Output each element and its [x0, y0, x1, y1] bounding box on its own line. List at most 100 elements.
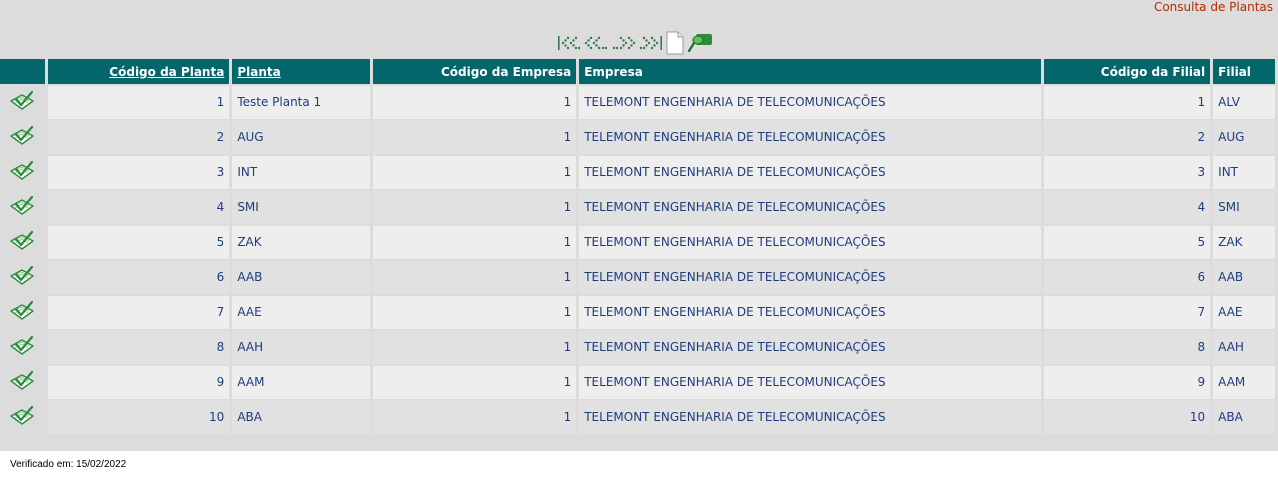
cell-codigo-empresa: 1 — [372, 121, 577, 154]
edit-icon[interactable] — [9, 90, 45, 115]
cell-codigo-empresa: 1 — [372, 226, 577, 259]
cell-codigo-empresa: 1 — [372, 331, 577, 364]
cell-codigo-empresa: 1 — [372, 366, 577, 399]
header-planta[interactable]: Planta — [232, 59, 370, 84]
new-document-icon[interactable] — [665, 31, 685, 55]
table-row: 10 ABA 1 TELEMONT ENGENHARIA DE TELECOMU… — [0, 401, 1275, 434]
next-page-icon[interactable] — [611, 34, 637, 52]
cell-codigo-empresa: 1 — [372, 86, 577, 119]
edit-cell[interactable] — [0, 226, 45, 259]
edit-icon[interactable] — [9, 300, 45, 325]
edit-cell[interactable] — [0, 86, 45, 119]
previous-page-icon[interactable] — [583, 34, 609, 52]
edit-cell[interactable] — [0, 156, 45, 189]
table-row: 9 AAM 1 TELEMONT ENGENHARIA DE TELECOMUN… — [0, 366, 1275, 399]
table-header-row: Código da Planta Planta Código da Empres… — [0, 59, 1275, 84]
edit-icon[interactable] — [9, 125, 45, 150]
cell-empresa: TELEMONT ENGENHARIA DE TELECOMUNICAÇÕES — [579, 366, 1041, 399]
cell-codigo-filial: 3 — [1043, 156, 1211, 189]
cell-planta: AAE — [232, 296, 370, 329]
cell-planta: ABA — [232, 401, 370, 434]
cell-codigo-planta: 1 — [47, 86, 230, 119]
cell-codigo-filial: 2 — [1043, 121, 1211, 154]
cell-codigo-planta: 10 — [47, 401, 230, 434]
cell-planta: INT — [232, 156, 370, 189]
edit-cell[interactable] — [0, 366, 45, 399]
cell-filial: AAE — [1213, 296, 1275, 329]
cell-codigo-empresa: 1 — [372, 191, 577, 224]
cell-filial: AAM — [1213, 366, 1275, 399]
cell-planta: AUG — [232, 121, 370, 154]
cell-codigo-filial: 8 — [1043, 331, 1211, 364]
table-row: 6 AAB 1 TELEMONT ENGENHARIA DE TELECOMUN… — [0, 261, 1275, 294]
cell-planta: SMI — [232, 191, 370, 224]
edit-icon[interactable] — [9, 335, 45, 360]
cell-codigo-filial: 10 — [1043, 401, 1211, 434]
edit-cell[interactable] — [0, 401, 45, 434]
table-row: 1 Teste Planta 1 1 TELEMONT ENGENHARIA D… — [0, 86, 1275, 119]
header-codigo-planta[interactable]: Código da Planta — [47, 59, 230, 84]
cell-codigo-planta: 6 — [47, 261, 230, 294]
cell-filial: AAH — [1213, 331, 1275, 364]
edit-icon[interactable] — [9, 265, 45, 290]
edit-icon[interactable] — [9, 405, 45, 430]
page-title: Consulta de Plantas — [1153, 0, 1273, 14]
cell-planta: Teste Planta 1 — [232, 86, 370, 119]
cell-empresa: TELEMONT ENGENHARIA DE TELECOMUNICAÇÕES — [579, 331, 1041, 364]
edit-icon[interactable] — [9, 230, 45, 255]
cell-codigo-empresa: 1 — [372, 296, 577, 329]
cell-codigo-empresa: 1 — [372, 401, 577, 434]
verified-date: Verificado em: 15/02/2022 — [10, 459, 127, 470]
edit-cell[interactable] — [0, 296, 45, 329]
table-row: 5 ZAK 1 TELEMONT ENGENHARIA DE TELECOMUN… — [0, 226, 1275, 259]
cell-empresa: TELEMONT ENGENHARIA DE TELECOMUNICAÇÕES — [579, 121, 1041, 154]
cell-codigo-filial: 1 — [1043, 86, 1211, 119]
cell-codigo-planta: 2 — [47, 121, 230, 154]
cell-filial: INT — [1213, 156, 1275, 189]
cell-codigo-filial: 9 — [1043, 366, 1211, 399]
cell-planta: AAM — [232, 366, 370, 399]
sort-codigo-planta-link[interactable]: Código da Planta — [109, 65, 224, 79]
sort-planta-link[interactable]: Planta — [237, 65, 280, 79]
header-edit — [0, 59, 45, 84]
cell-codigo-filial: 7 — [1043, 296, 1211, 329]
cell-codigo-empresa: 1 — [372, 156, 577, 189]
cell-planta: ZAK — [232, 226, 370, 259]
edit-cell[interactable] — [0, 121, 45, 154]
cell-filial: SMI — [1213, 191, 1275, 224]
cell-codigo-planta: 7 — [47, 296, 230, 329]
cell-codigo-filial: 4 — [1043, 191, 1211, 224]
cell-codigo-filial: 5 — [1043, 226, 1211, 259]
header-codigo-filial: Código da Filial — [1043, 59, 1211, 84]
cell-planta: AAB — [232, 261, 370, 294]
search-icon[interactable] — [687, 31, 715, 55]
table-row: 8 AAH 1 TELEMONT ENGENHARIA DE TELECOMUN… — [0, 331, 1275, 364]
cell-planta: AAH — [232, 331, 370, 364]
cell-empresa: TELEMONT ENGENHARIA DE TELECOMUNICAÇÕES — [579, 156, 1041, 189]
cell-empresa: TELEMONT ENGENHARIA DE TELECOMUNICAÇÕES — [579, 191, 1041, 224]
cell-filial: AAB — [1213, 261, 1275, 294]
cell-codigo-planta: 3 — [47, 156, 230, 189]
edit-cell[interactable] — [0, 331, 45, 364]
table-row: 2 AUG 1 TELEMONT ENGENHARIA DE TELECOMUN… — [0, 121, 1275, 154]
last-page-icon[interactable] — [639, 34, 663, 52]
cell-codigo-planta: 5 — [47, 226, 230, 259]
edit-cell[interactable] — [0, 261, 45, 294]
pagination-toolbar — [557, 31, 715, 55]
page-container: Consulta de Plantas Código da Planta Pla… — [0, 0, 1278, 451]
edit-icon[interactable] — [9, 160, 45, 185]
edit-icon[interactable] — [9, 195, 45, 220]
header-codigo-empresa: Código da Empresa — [372, 59, 577, 84]
cell-codigo-filial: 6 — [1043, 261, 1211, 294]
edit-icon[interactable] — [9, 370, 45, 395]
header-empresa: Empresa — [579, 59, 1041, 84]
cell-empresa: TELEMONT ENGENHARIA DE TELECOMUNICAÇÕES — [579, 226, 1041, 259]
first-page-icon[interactable] — [557, 34, 581, 52]
edit-cell[interactable] — [0, 191, 45, 224]
cell-empresa: TELEMONT ENGENHARIA DE TELECOMUNICAÇÕES — [579, 296, 1041, 329]
cell-filial: ALV — [1213, 86, 1275, 119]
cell-codigo-empresa: 1 — [372, 261, 577, 294]
cell-filial: ABA — [1213, 401, 1275, 434]
cell-codigo-planta: 8 — [47, 331, 230, 364]
cell-empresa: TELEMONT ENGENHARIA DE TELECOMUNICAÇÕES — [579, 401, 1041, 434]
